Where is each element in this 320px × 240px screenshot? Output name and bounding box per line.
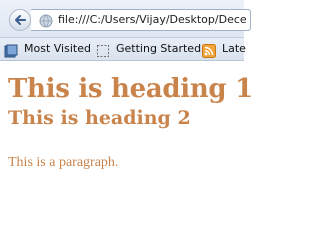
navigation-toolbar: file:///C:/Users/Vijay/Desktop/Dece — [0, 0, 251, 38]
bookmarks-icon — [4, 43, 18, 62]
globe-icon — [39, 13, 53, 32]
page-content: This is heading 1 This is heading 2 This… — [0, 62, 253, 213]
heading-1: This is heading 1 — [8, 74, 253, 104]
bookmark-label: Most Visited — [24, 42, 91, 55]
bookmark-label: Getting Started — [116, 42, 202, 55]
bookmarks-toolbar: Most Visited Getting Started Late — [0, 38, 246, 62]
bookmark-label: Late — [222, 42, 246, 55]
heading-2: This is heading 2 — [8, 107, 191, 129]
back-button[interactable] — [9, 9, 31, 31]
bookmark-latest[interactable]: Late — [202, 38, 246, 62]
dashed-page-icon — [96, 43, 110, 62]
rss-feed-icon — [202, 43, 216, 62]
bookmark-most-visited[interactable]: Most Visited — [4, 38, 96, 61]
url-text[interactable]: file:///C:/Users/Vijay/Desktop/Dece — [58, 13, 247, 26]
paragraph: This is a paragraph. — [8, 155, 119, 170]
address-bar[interactable]: file:///C:/Users/Vijay/Desktop/Dece — [31, 9, 251, 31]
bookmark-getting-started[interactable]: Getting Started — [96, 38, 202, 62]
